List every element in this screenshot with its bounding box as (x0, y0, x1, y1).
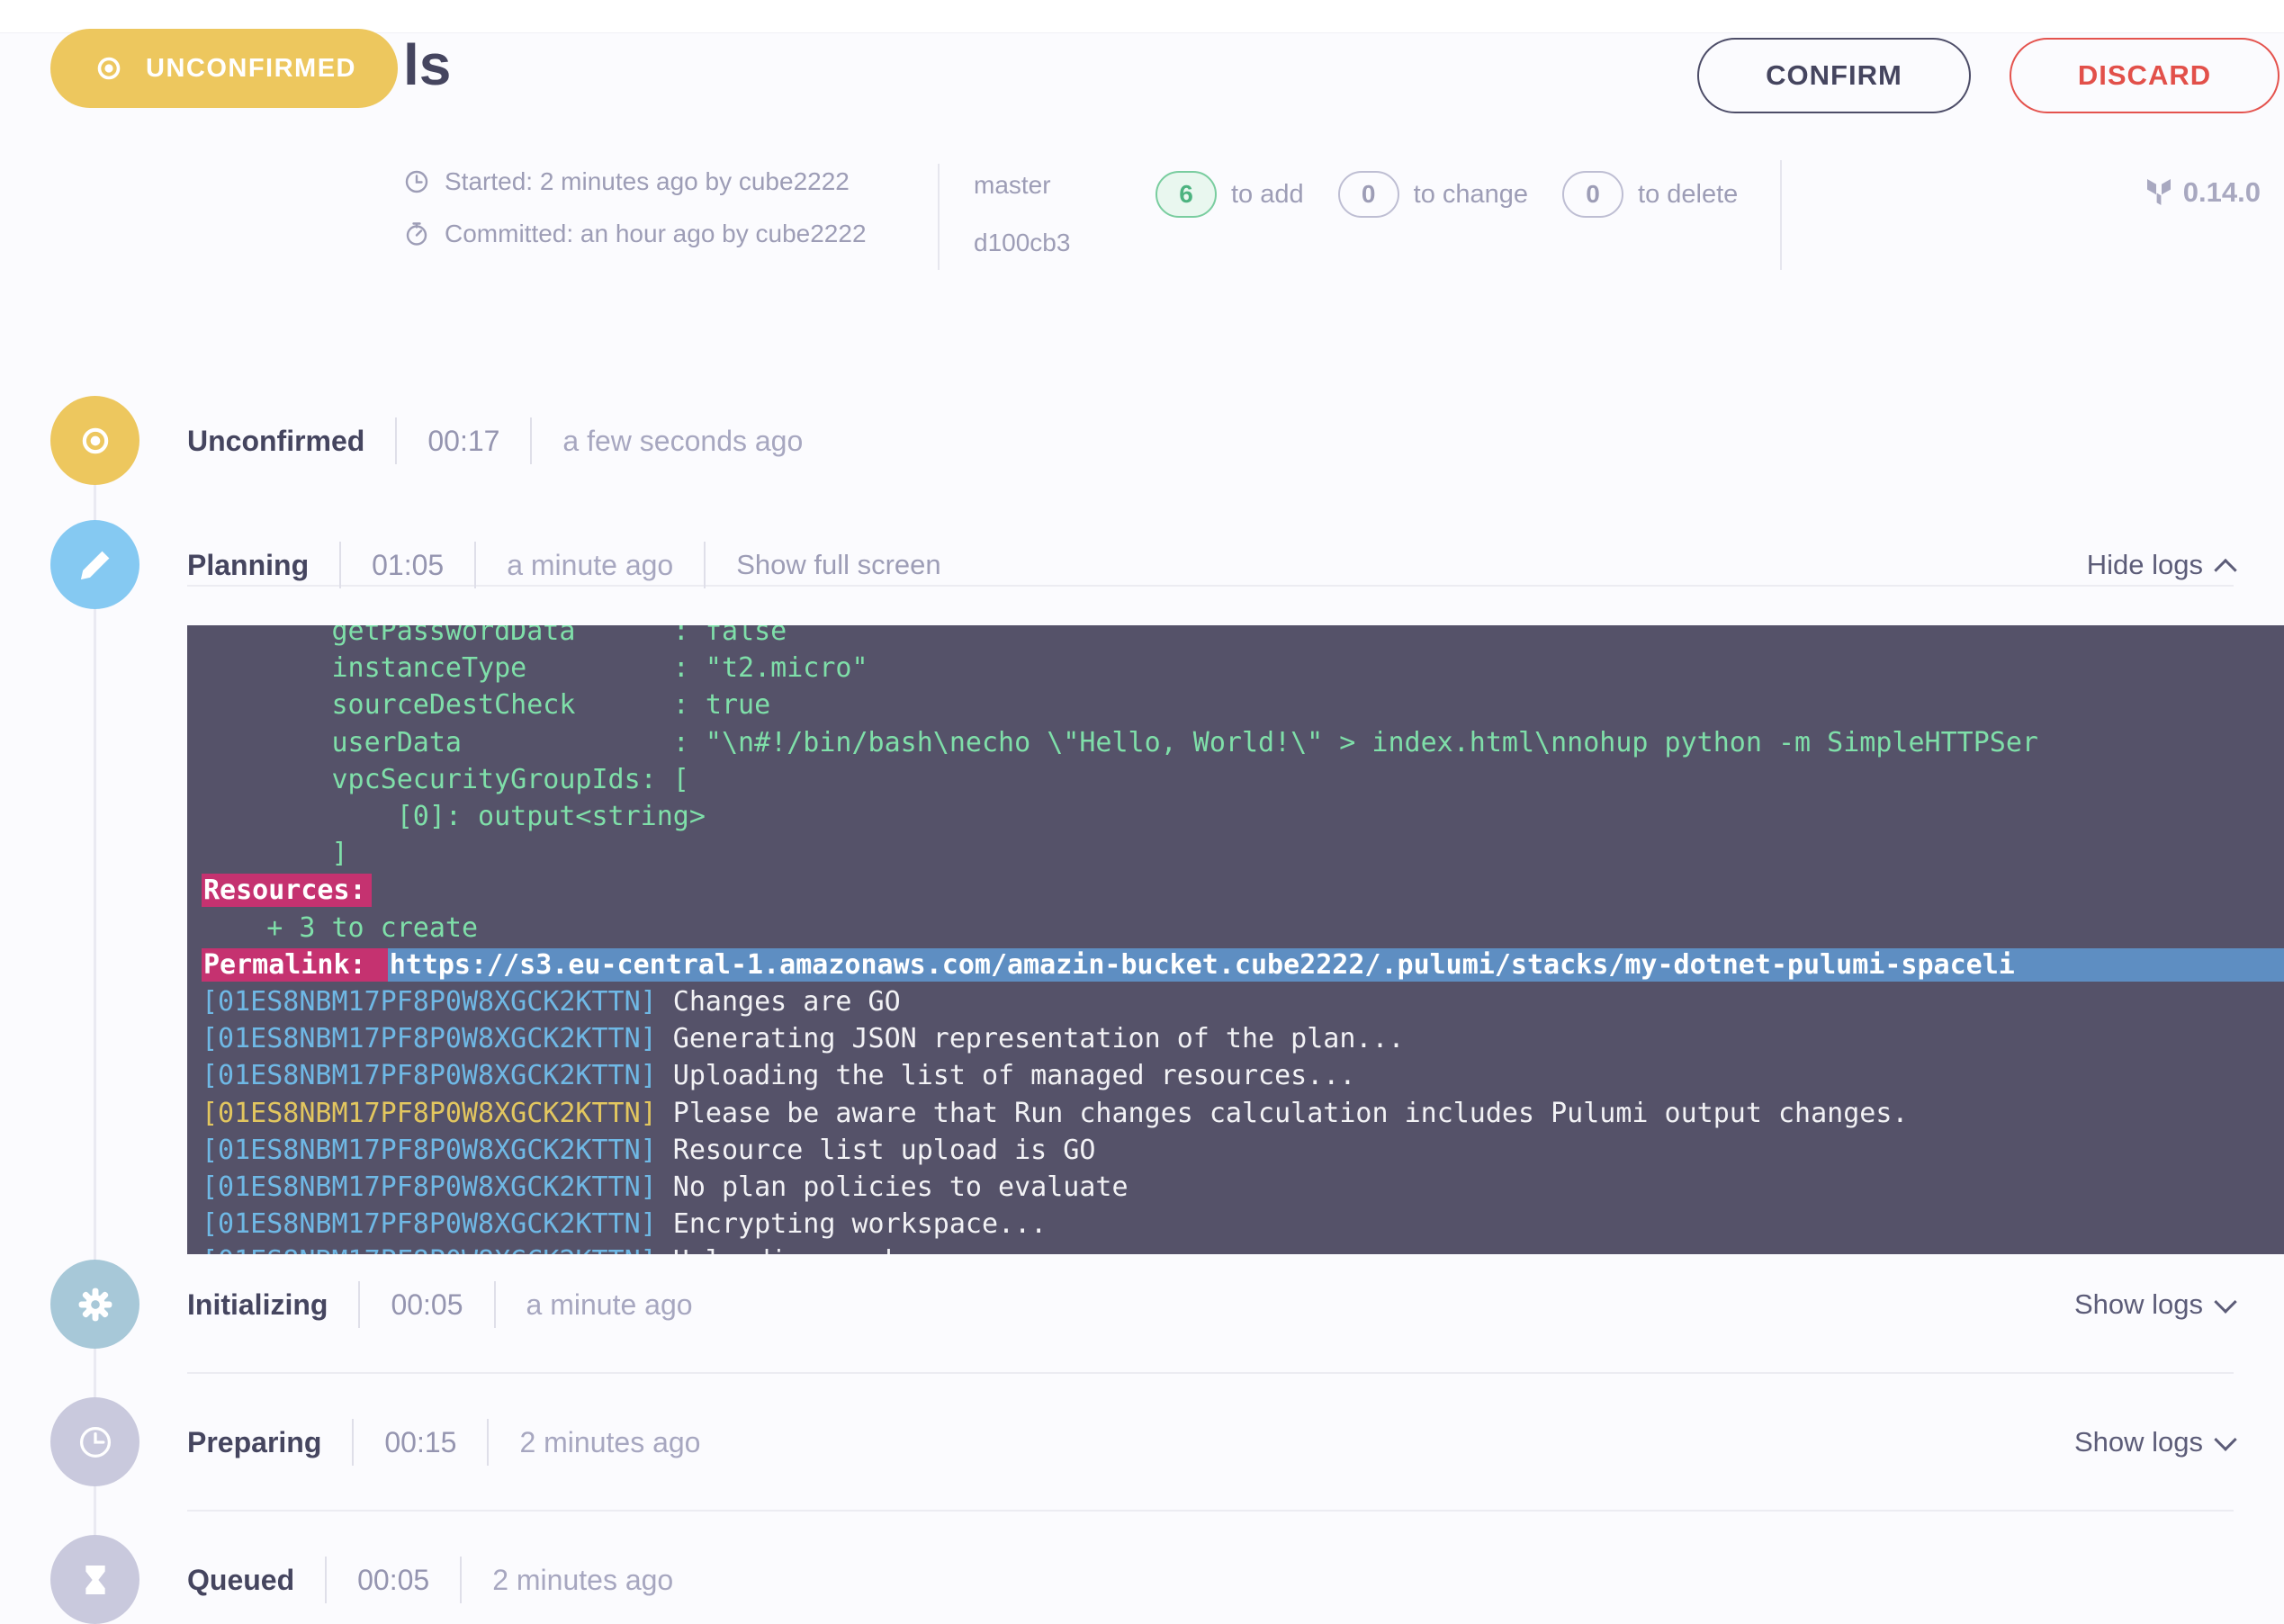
show-logs-toggle-preparing[interactable]: Show logs (2074, 1415, 2234, 1469)
eye-icon (50, 396, 139, 485)
hide-logs-toggle[interactable]: Hide logs (2087, 538, 2234, 592)
row-divider (187, 1510, 2234, 1512)
show-logs-toggle-initializing[interactable]: Show logs (2074, 1278, 2234, 1332)
divider (339, 542, 341, 588)
divider (358, 1281, 360, 1328)
to-change-count: 0 (1338, 171, 1399, 218)
stage-name: Preparing (187, 1426, 321, 1459)
eye-icon (92, 51, 126, 85)
stage-name: Unconfirmed (187, 425, 364, 458)
timeline-row-preparing: Preparing 00:15 2 minutes ago (187, 1415, 700, 1469)
meta-divider (1780, 160, 1782, 270)
stage-ago: a minute ago (526, 1288, 693, 1322)
timeline-row-initializing: Initializing 00:05 a minute ago (187, 1278, 693, 1332)
to-add-count: 6 (1155, 171, 1217, 218)
stage-duration: 00:05 (391, 1288, 463, 1322)
to-change-label: to change (1414, 180, 1528, 210)
divider (474, 542, 476, 588)
gear-icon (50, 1260, 139, 1349)
divider (530, 417, 532, 464)
console-log[interactable]: getPasswordData : false instanceType : "… (187, 625, 2284, 1254)
pencil-icon (50, 520, 139, 609)
chevron-down-icon (2214, 1290, 2236, 1313)
stage-duration: 00:15 (384, 1426, 456, 1459)
stage-name: Initializing (187, 1288, 328, 1322)
changes-summary: 6 to add 0 to change 0 to delete (1155, 171, 1758, 218)
divider (325, 1557, 327, 1603)
hide-logs-label: Hide logs (2087, 549, 2203, 581)
branch-name: master (974, 171, 1070, 200)
row-divider (187, 1372, 2234, 1374)
show-logs-label: Show logs (2074, 1426, 2203, 1458)
stage-duration: 01:05 (372, 549, 444, 582)
divider (704, 542, 706, 588)
divider (494, 1281, 496, 1328)
status-badge-label: UNCONFIRMED (146, 54, 356, 84)
chevron-down-icon (2214, 1428, 2236, 1450)
divider (395, 417, 397, 464)
chevron-up-icon (2214, 559, 2236, 581)
console-lines: getPasswordData : false instanceType : "… (187, 625, 2284, 1254)
terraform-version: 0.14.0 (2145, 176, 2261, 209)
run-meta: Started: 2 minutes ago by cube2222 Commi… (403, 167, 867, 248)
stopwatch-icon (403, 220, 430, 247)
started-text: Started: 2 minutes ago by cube2222 (445, 167, 850, 196)
stage-ago: a minute ago (507, 549, 673, 582)
stage-ago: 2 minutes ago (519, 1426, 700, 1459)
show-full-screen-link[interactable]: Show full screen (736, 549, 940, 581)
meta-divider (938, 164, 940, 270)
committed-text: Committed: an hour ago by cube2222 (445, 220, 867, 248)
commit-sha: d100cb3 (974, 229, 1070, 257)
hourglass-icon (50, 1535, 139, 1624)
stage-name: Planning (187, 549, 309, 582)
to-delete-count: 0 (1562, 171, 1623, 218)
divider (460, 1557, 462, 1603)
stage-ago: 2 minutes ago (492, 1564, 673, 1597)
confirm-button[interactable]: CONFIRM (1697, 38, 1971, 113)
stage-ago: a few seconds ago (562, 425, 803, 458)
stage-name: Queued (187, 1564, 294, 1597)
timeline-row-planning: Planning 01:05 a minute ago Show full sc… (187, 538, 941, 592)
to-delete-label: to delete (1638, 180, 1738, 210)
stage-duration: 00:17 (427, 425, 499, 458)
status-badge: UNCONFIRMED (50, 29, 398, 108)
timeline-row-unconfirmed: Unconfirmed 00:17 a few seconds ago (187, 414, 803, 468)
version-text: 0.14.0 (2183, 176, 2261, 209)
divider (352, 1419, 354, 1466)
divider (487, 1419, 489, 1466)
clock-icon (50, 1397, 139, 1486)
clock-icon (403, 168, 430, 195)
page-title: ls (403, 20, 451, 110)
stage-duration: 00:05 (357, 1564, 429, 1597)
branch-info: master d100cb3 (974, 171, 1070, 257)
timeline-row-queued: Queued 00:05 2 minutes ago (187, 1553, 673, 1607)
show-logs-label: Show logs (2074, 1288, 2203, 1321)
terraform-icon (2145, 178, 2172, 207)
to-add-label: to add (1231, 180, 1304, 210)
discard-button[interactable]: DISCARD (2010, 38, 2280, 113)
